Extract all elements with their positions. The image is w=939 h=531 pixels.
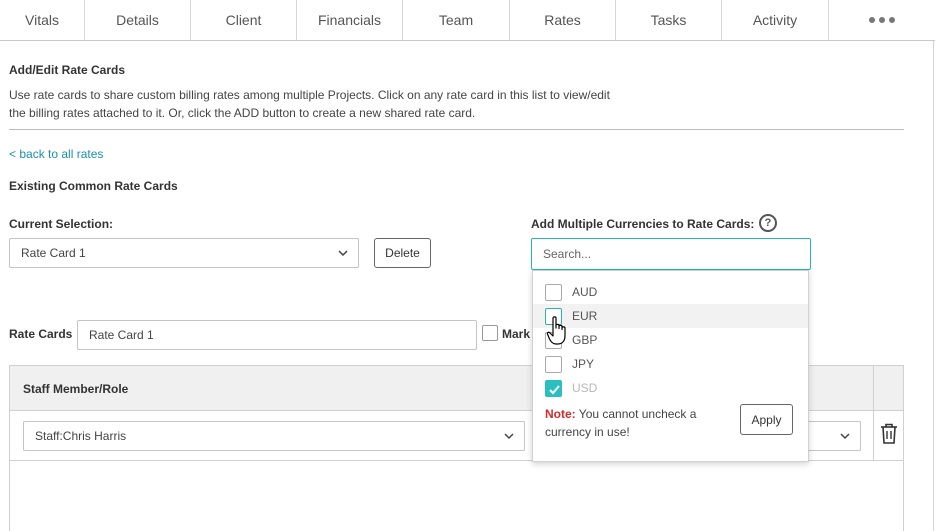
currency-label-aud: AUD — [572, 285, 598, 299]
existing-rate-cards-heading: Existing Common Rate Cards — [9, 179, 178, 193]
currency-label-usd: USD — [572, 381, 598, 395]
note-prefix: Note: — [545, 407, 576, 421]
content-border — [933, 41, 934, 531]
mark-checkbox[interactable] — [482, 325, 498, 341]
tab-team[interactable]: Team — [403, 0, 510, 40]
mark-label: Mark — [502, 327, 531, 341]
rate-card-name-value: Rate Card 1 — [89, 328, 154, 342]
checkbox-eur[interactable] — [545, 307, 562, 325]
column-separator — [873, 411, 874, 461]
currency-option-aud[interactable]: AUD — [533, 280, 808, 304]
currency-option-jpy[interactable]: JPY — [533, 352, 808, 376]
apply-button[interactable]: Apply — [740, 404, 793, 435]
staff-member-value: Staff:Chris Harris — [35, 429, 127, 443]
rate-dropdown[interactable] — [800, 421, 861, 451]
back-to-all-rates-link[interactable]: < back to all rates — [9, 147, 103, 161]
check-icon — [549, 384, 560, 394]
more-horizontal-icon — [869, 17, 895, 23]
column-separator — [873, 366, 874, 411]
current-selection-value: Rate Card 1 — [21, 246, 86, 260]
tab-details[interactable]: Details — [85, 0, 191, 40]
add-currencies-label: Add Multiple Currencies to Rate Cards: — [531, 217, 755, 231]
currency-option-usd: USD — [533, 376, 808, 400]
trash-icon[interactable] — [878, 422, 900, 446]
currency-label-jpy: JPY — [572, 357, 595, 371]
delete-button[interactable]: Delete — [374, 238, 431, 268]
checkbox-aud[interactable] — [545, 283, 562, 301]
chevron-down-icon — [504, 433, 514, 440]
tab-rates[interactable]: Rates — [510, 0, 616, 40]
checkbox-usd — [545, 379, 562, 397]
tab-bar: Vitals Details Client Financials Team Ra… — [0, 0, 935, 41]
divider — [9, 129, 904, 130]
currency-option-gbp[interactable]: GBP — [533, 328, 808, 352]
tab-tasks[interactable]: Tasks — [616, 0, 722, 40]
tab-more[interactable] — [829, 0, 935, 40]
staff-member-dropdown[interactable]: Staff:Chris Harris — [23, 421, 525, 451]
currency-label-gbp: GBP — [572, 333, 598, 347]
tab-client[interactable]: Client — [191, 0, 297, 40]
checkbox-jpy[interactable] — [545, 355, 562, 373]
rate-card-name-input[interactable]: Rate Card 1 — [77, 320, 477, 350]
description-line-2: the billing rates attached to it. Or, cl… — [9, 106, 476, 120]
current-selection-label: Current Selection: — [9, 217, 114, 231]
description-line-1: Use rate cards to share custom billing r… — [9, 88, 610, 102]
tab-vitals[interactable]: Vitals — [0, 0, 85, 40]
currency-search-input[interactable] — [531, 238, 811, 270]
current-selection-dropdown[interactable]: Rate Card 1 — [9, 238, 359, 268]
tab-financials[interactable]: Financials — [297, 0, 403, 40]
currency-dropdown-panel: AUD EUR GBP JPY USD Note: You cannot unc… — [532, 270, 809, 462]
checkbox-gbp[interactable] — [545, 331, 562, 349]
section-description: Use rate cards to share custom billing r… — [9, 86, 649, 122]
currency-label-eur: EUR — [572, 309, 598, 323]
rate-cards-label: Rate Cards — [9, 327, 73, 341]
currency-note: Note: You cannot uncheck a currency in u… — [545, 405, 730, 441]
currency-option-eur[interactable]: EUR — [533, 304, 808, 328]
chevron-down-icon — [840, 433, 850, 440]
section-title: Add/Edit Rate Cards — [9, 63, 126, 77]
help-icon[interactable]: ? — [759, 214, 777, 232]
tab-activity[interactable]: Activity — [722, 0, 829, 40]
chevron-down-icon — [338, 250, 348, 257]
column-staff-member: Staff Member/Role — [23, 382, 129, 396]
